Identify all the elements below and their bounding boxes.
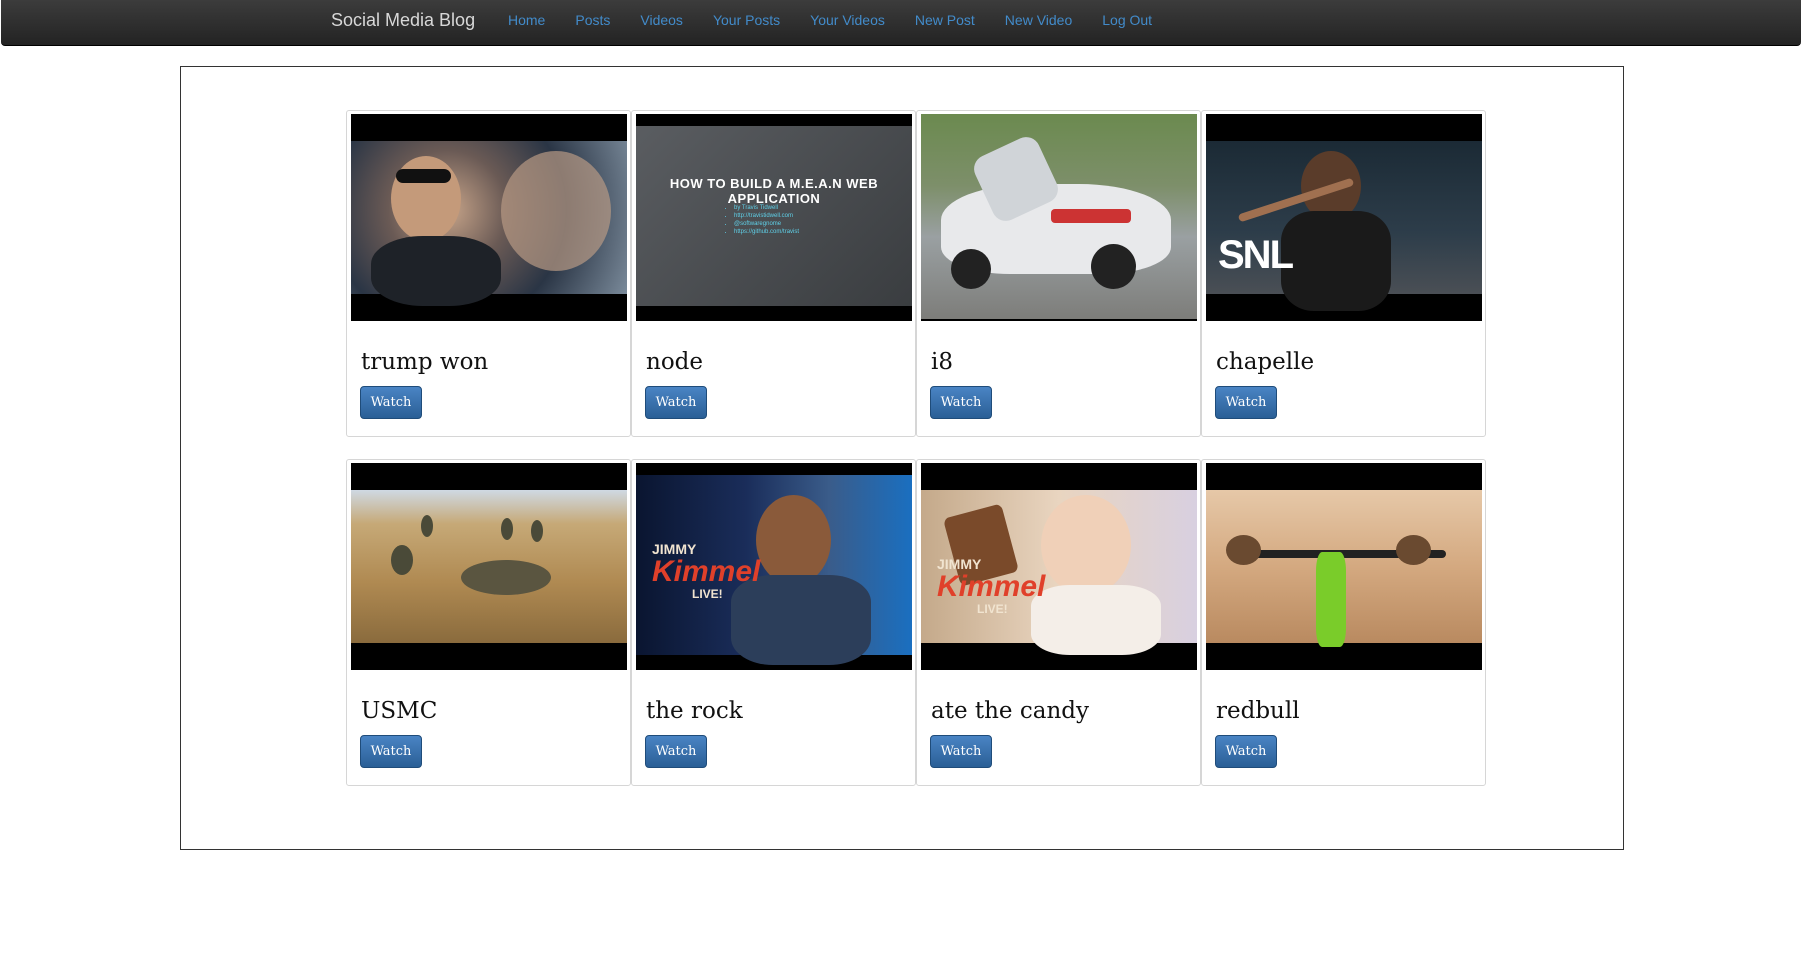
nav-link-new-post[interactable]: New Post [915, 0, 975, 40]
video-title: USMC [361, 698, 438, 724]
nav-link-posts[interactable]: Posts [575, 0, 610, 40]
video-row: USMC Watch JIMMY Kimmel LIVE! the rock W… [346, 459, 1488, 786]
slide-bullet: https://github.com/travist [734, 228, 799, 236]
face-shape [1041, 495, 1131, 595]
video-title: i8 [931, 349, 953, 375]
video-card: USMC Watch [346, 459, 631, 786]
bike-frame-shape [1316, 552, 1346, 647]
video-title: node [646, 349, 703, 375]
soldier-shape [391, 545, 413, 575]
thumbnail-image [351, 490, 627, 643]
video-thumbnail[interactable] [351, 463, 627, 670]
slide-bullet: @softwaregnome [734, 220, 799, 228]
hand-blur-shape [501, 151, 611, 271]
face-shape [756, 495, 831, 585]
wheel-shape [1091, 244, 1136, 289]
slide-bullet: http://travistidwell.com [734, 212, 799, 220]
jacket-shape [1281, 211, 1391, 311]
shirt-shape [1031, 585, 1161, 655]
watch-button[interactable]: Watch [1215, 386, 1277, 419]
video-card: i8 Watch [916, 110, 1201, 437]
soldier-shape [501, 518, 513, 540]
thumbnail-image: JIMMY Kimmel LIVE! [921, 490, 1197, 655]
jimmy-kimmel-logo: JIMMY Kimmel LIVE! [937, 556, 1045, 616]
snl-logo: SNL [1218, 233, 1294, 277]
soldier-shape [421, 515, 433, 537]
sunglasses-shape [396, 169, 451, 183]
nav-link-new-video[interactable]: New Video [1005, 0, 1072, 40]
logo-live: LIVE! [692, 587, 723, 601]
video-thumbnail[interactable]: JIMMY Kimmel LIVE! [921, 463, 1197, 670]
video-grid: trump won Watch HOW TO BUILD A M.E.A.N W… [346, 110, 1488, 808]
logo-kimmel: Kimmel [937, 570, 1046, 603]
nav-links: Home Posts Videos Your Posts Your Videos… [508, 0, 1152, 40]
video-thumbnail[interactable] [921, 114, 1197, 321]
thumbnail-image [1206, 490, 1482, 647]
nav-link-your-videos[interactable]: Your Videos [810, 0, 885, 40]
slide-bullet: by Travis Tidwell [734, 204, 799, 212]
jimmy-kimmel-logo: JIMMY Kimmel LIVE! [652, 541, 760, 601]
soldier-shape [531, 520, 543, 542]
soldier-prone-shape [461, 560, 551, 595]
video-title: redbull [1216, 698, 1300, 724]
watch-button[interactable]: Watch [930, 735, 992, 768]
watch-button[interactable]: Watch [645, 386, 707, 419]
thumbnail-image: JIMMY Kimmel LIVE! [636, 475, 912, 665]
nav-link-videos[interactable]: Videos [640, 0, 683, 40]
slide-heading: HOW TO BUILD A M.E.A.N WEB APPLICATION [669, 176, 879, 206]
video-title: the rock [646, 698, 743, 724]
video-card: redbull Watch [1201, 459, 1486, 786]
video-title: trump won [361, 349, 489, 375]
video-row: trump won Watch HOW TO BUILD A M.E.A.N W… [346, 110, 1488, 437]
hand-shape [1396, 535, 1431, 565]
video-thumbnail[interactable]: SNL [1206, 114, 1482, 321]
video-card: SNL chapelle Watch [1201, 110, 1486, 437]
thumbnail-image [921, 114, 1197, 319]
nav-link-your-posts[interactable]: Your Posts [713, 0, 780, 40]
video-title: chapelle [1216, 349, 1315, 375]
video-card: trump won Watch [346, 110, 631, 437]
video-card: JIMMY Kimmel LIVE! ate the candy Watch [916, 459, 1201, 786]
watch-button[interactable]: Watch [1215, 735, 1277, 768]
slide-bullets: by Travis Tidwell http://travistidwell.c… [724, 204, 799, 236]
watch-button[interactable]: Watch [930, 386, 992, 419]
video-thumbnail[interactable]: JIMMY Kimmel LIVE! [636, 463, 912, 670]
logo-live: LIVE! [977, 602, 1008, 616]
thumbnail-image [351, 141, 627, 306]
thumbnail-image: SNL [1206, 141, 1482, 311]
video-card: HOW TO BUILD A M.E.A.N WEB APPLICATION b… [631, 110, 916, 437]
nav-link-log-out[interactable]: Log Out [1102, 0, 1152, 40]
tail-light-shape [1051, 209, 1131, 223]
watch-button[interactable]: Watch [360, 386, 422, 419]
top-navbar: Social Media Blog Home Posts Videos Your… [1, 0, 1801, 46]
wheel-shape [951, 249, 991, 289]
video-title: ate the candy [931, 698, 1089, 724]
thumbnail-image: HOW TO BUILD A M.E.A.N WEB APPLICATION b… [636, 126, 912, 306]
nav-link-home[interactable]: Home [508, 0, 545, 40]
jacket-shape [371, 236, 501, 306]
brand-link[interactable]: Social Media Blog [331, 0, 475, 40]
video-thumbnail[interactable]: HOW TO BUILD A M.E.A.N WEB APPLICATION b… [636, 114, 912, 321]
hand-shape [1226, 535, 1261, 565]
watch-button[interactable]: Watch [645, 735, 707, 768]
watch-button[interactable]: Watch [360, 735, 422, 768]
logo-kimmel: Kimmel [652, 555, 761, 588]
video-thumbnail[interactable] [351, 114, 627, 321]
video-thumbnail[interactable] [1206, 463, 1482, 670]
video-card: JIMMY Kimmel LIVE! the rock Watch [631, 459, 916, 786]
